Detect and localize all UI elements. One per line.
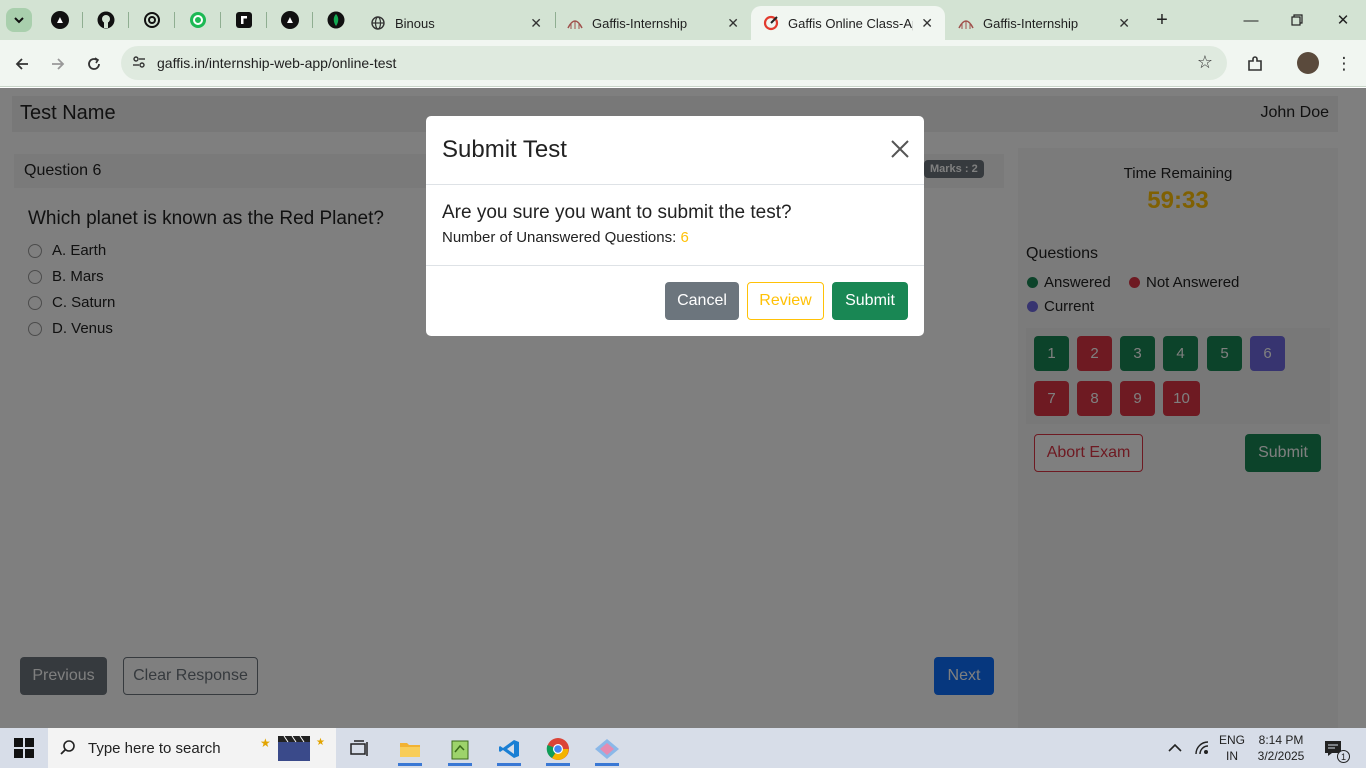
clock[interactable]: 8:14 PM 3/2/2025: [1256, 728, 1306, 768]
tab-separator: [174, 12, 175, 28]
tab-separator: [128, 12, 129, 28]
modal-title: Submit Test: [442, 136, 567, 163]
notifications-icon[interactable]: 1: [1324, 728, 1350, 768]
close-tab-icon[interactable]: ✕: [530, 15, 542, 32]
tab-binous[interactable]: Binous ✕: [358, 6, 554, 40]
vscode-icon[interactable]: [489, 732, 529, 766]
language-code: ENG: [1219, 733, 1246, 747]
movie-clapperboard-icon: ★ ★: [260, 735, 325, 761]
show-hidden-icons[interactable]: [1168, 728, 1182, 768]
region-code: IN: [1226, 749, 1238, 763]
chevron-down-icon: [14, 17, 24, 24]
tab-gaffis-online-class-app[interactable]: Gaffis Online Class-App ✕: [751, 6, 945, 40]
tab-gaffis-internship-2[interactable]: Gaffis-Internship ✕: [946, 6, 1142, 40]
mongodb-leaf-icon: [327, 11, 345, 29]
unanswered-count: 6: [680, 229, 689, 246]
clock-date: 3/2/2025: [1257, 749, 1305, 763]
pinned-tab-triangle[interactable]: ▲: [277, 8, 303, 32]
gaffis-logo-icon: [958, 15, 974, 31]
pinned-tab-green[interactable]: [185, 8, 211, 32]
close-window-icon[interactable]: ✕: [1320, 0, 1366, 40]
pinned-tab-mongodb[interactable]: [323, 8, 349, 32]
browser-toolbar: gaffis.in/internship-web-app/online-test…: [0, 40, 1366, 87]
app-diamond-icon[interactable]: [587, 732, 627, 766]
search-placeholder: Type here to search: [88, 739, 221, 757]
unanswered-info: Number of Unanswered Questions: 6: [442, 229, 689, 246]
tab-separator: [312, 12, 313, 28]
close-icon[interactable]: [889, 138, 911, 160]
browser-tab-strip: ▲ ▲ Binous ✕ Gaffis-Internship ✕ Gaffis …: [0, 0, 1366, 40]
review-button[interactable]: Review: [747, 282, 824, 320]
minimize-icon[interactable]: —: [1228, 0, 1274, 40]
tab-separator: [220, 12, 221, 28]
clock-time: 8:14 PM: [1258, 733, 1304, 747]
profile-avatar[interactable]: [1297, 52, 1319, 74]
restore-icon[interactable]: [1274, 0, 1320, 40]
tab-separator: [82, 12, 83, 28]
pinned-tab-r[interactable]: [231, 8, 257, 32]
chrome-icon[interactable]: [538, 732, 578, 766]
reload-icon[interactable]: [80, 50, 108, 78]
search-icon: [60, 739, 76, 760]
close-tab-icon[interactable]: ✕: [921, 15, 933, 32]
pinned-tab-openai[interactable]: [139, 8, 165, 32]
r-logo-icon: [236, 12, 252, 28]
address-bar[interactable]: gaffis.in/internship-web-app/online-test…: [121, 46, 1227, 80]
divider: [426, 265, 924, 266]
windows-start-icon[interactable]: [14, 738, 34, 758]
language-indicator[interactable]: ENG IN: [1219, 728, 1245, 768]
notepad-plus-icon[interactable]: [440, 732, 480, 766]
extensions-icon[interactable]: [1241, 50, 1269, 78]
tab-title: Gaffis-Internship: [983, 15, 1079, 31]
close-tab-icon[interactable]: ✕: [727, 15, 739, 32]
online-test-page: Test Name John Doe Question 6 Marks : 2 …: [0, 88, 1366, 728]
tab-separator: [266, 12, 267, 28]
github-icon: [97, 11, 115, 29]
new-tab-icon[interactable]: +: [1150, 8, 1174, 32]
url-text: gaffis.in/internship-web-app/online-test: [157, 55, 397, 71]
tab-gaffis-internship[interactable]: Gaffis-Internship ✕: [555, 6, 751, 40]
pinned-tab-vercel[interactable]: ▲: [47, 8, 73, 32]
taskbar-search-box[interactable]: Type here to search ★ ★: [48, 728, 336, 768]
file-explorer-icon[interactable]: [390, 732, 430, 766]
divider: [426, 184, 924, 185]
svg-text:★: ★: [316, 737, 325, 748]
triangle-logo-icon: ▲: [281, 11, 299, 29]
tab-title: Binous: [395, 15, 435, 31]
openai-icon: [144, 12, 160, 28]
globe-icon: [370, 15, 386, 31]
gaffis-logo-icon: [567, 15, 583, 31]
confirm-question: Are you sure you want to submit the test…: [442, 202, 792, 223]
triangle-logo-icon: ▲: [51, 11, 69, 29]
unanswered-label: Number of Unanswered Questions:: [442, 229, 677, 246]
submit-button[interactable]: Submit: [832, 282, 908, 320]
forward-arrow-icon[interactable]: [44, 50, 72, 78]
gaffis-app-icon: [763, 15, 779, 31]
more-menu-icon[interactable]: ⋮: [1330, 50, 1358, 78]
close-tab-icon[interactable]: ✕: [1118, 15, 1130, 32]
site-settings-icon[interactable]: [131, 54, 147, 73]
tab-search-button[interactable]: [6, 8, 32, 32]
back-arrow-icon[interactable]: [8, 50, 36, 78]
windows-taskbar: Type here to search ★ ★ ENG IN 8:14 PM 3/…: [0, 728, 1366, 768]
cancel-button[interactable]: Cancel: [665, 282, 739, 320]
pinned-tab-github[interactable]: [93, 8, 119, 32]
svg-text:★: ★: [260, 736, 271, 750]
network-icon[interactable]: [1194, 728, 1210, 768]
tab-title: Gaffis Online Class-App: [788, 15, 914, 31]
notification-count-badge: 1: [1337, 750, 1350, 763]
tab-title: Gaffis-Internship: [592, 15, 688, 31]
submit-test-modal: Submit Test Are you sure you want to sub…: [426, 116, 924, 336]
bookmark-star-icon[interactable]: ☆: [1197, 52, 1213, 73]
green-circle-logo-icon: [190, 12, 206, 28]
task-view-icon[interactable]: [340, 732, 380, 766]
